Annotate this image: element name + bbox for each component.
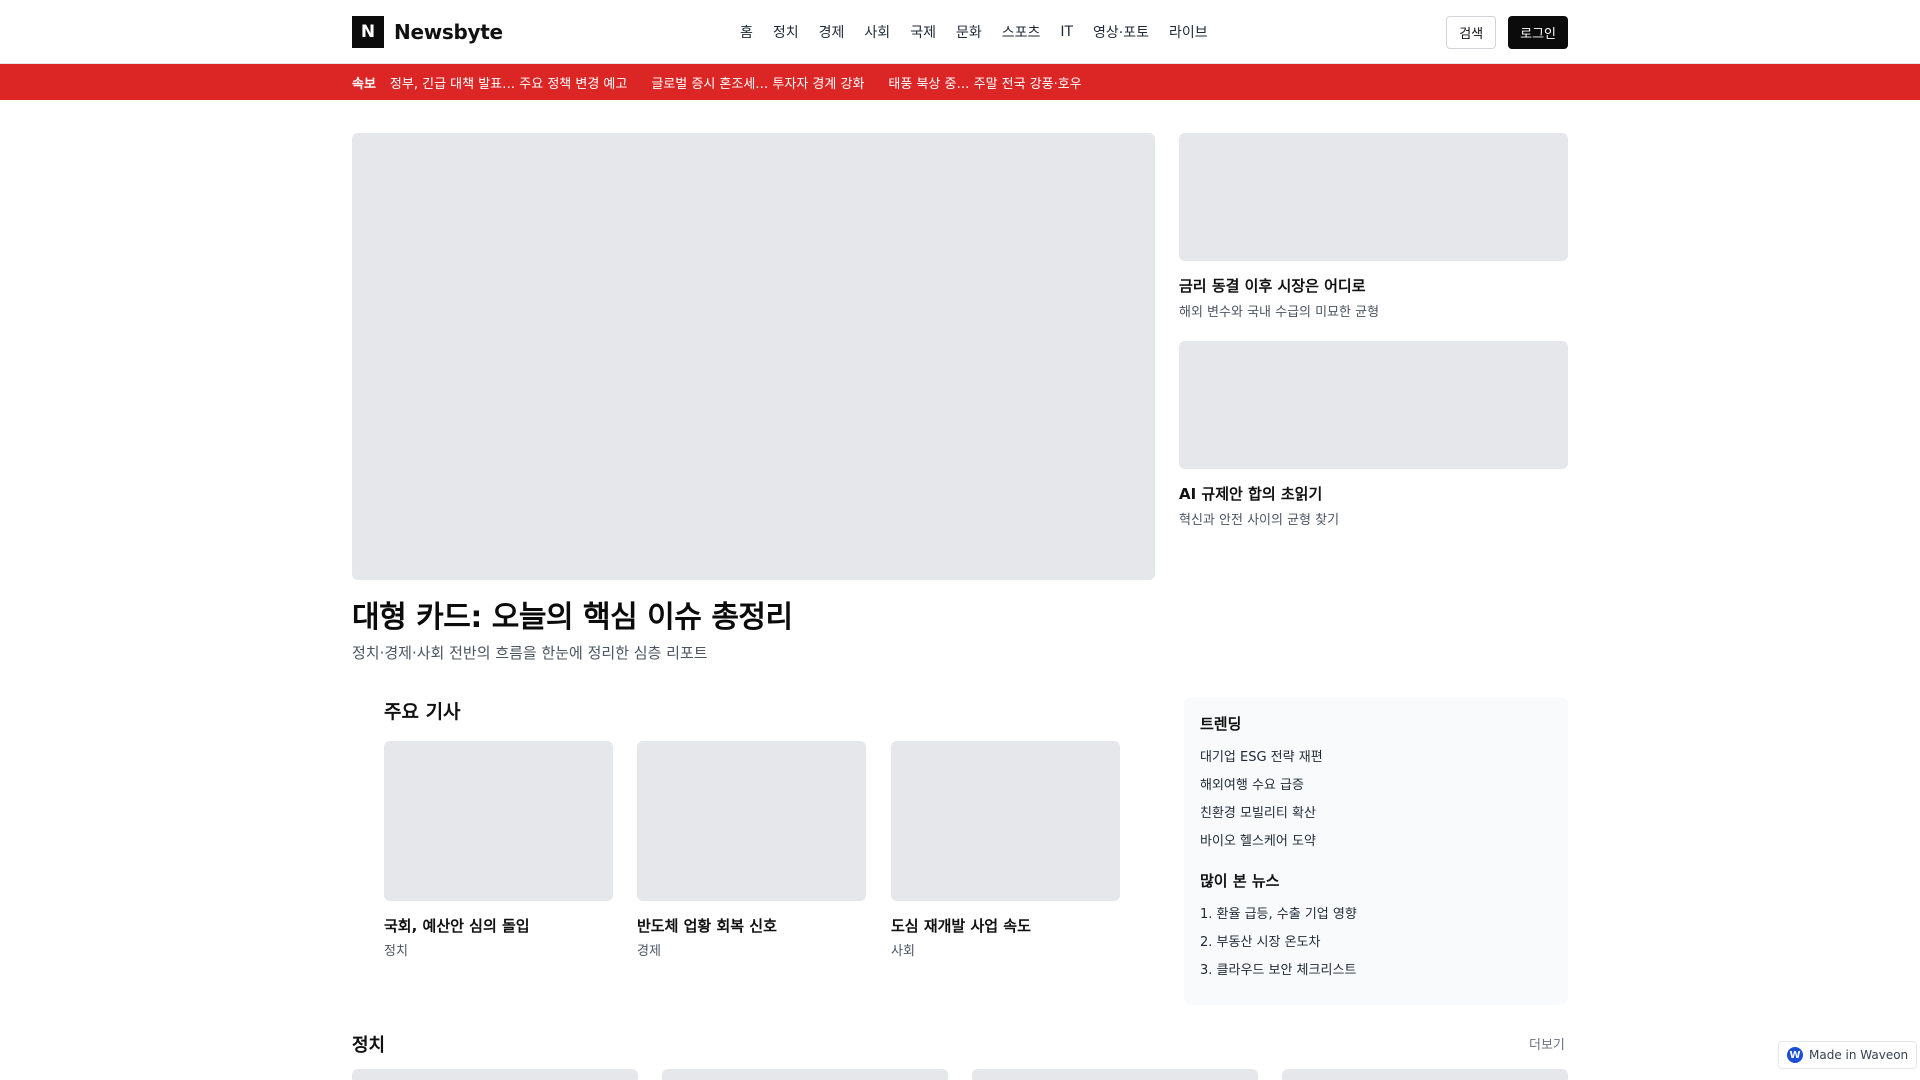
nav-item-politics[interactable]: 정치 (763, 22, 809, 42)
hero-image[interactable] (352, 133, 1155, 580)
logo-mark-icon: N (352, 16, 384, 48)
article-image (384, 741, 613, 901)
trending-item[interactable]: 친환경 모빌리티 확산 (1200, 800, 1552, 828)
article-card[interactable]: 반도체 업황 회복 신호 경제 (637, 741, 866, 959)
side-card-subtitle: 혁신과 안전 사이의 균형 찾기 (1179, 513, 1340, 528)
waveon-logo-icon: W (1787, 1047, 1803, 1063)
search-button[interactable]: 검색 (1446, 15, 1497, 49)
nav-item-home[interactable]: 홈 (730, 22, 763, 42)
ticker-item[interactable]: 정부, 긴급 대책 발표… 주요 정책 변경 예고 (390, 73, 627, 92)
breaking-label: 속보 (352, 76, 376, 92)
nav-item-world[interactable]: 국제 (900, 22, 946, 42)
brand-logo-link[interactable]: N Newsbyte (352, 16, 503, 48)
breaking-news-bar: 속보 정부, 긴급 대책 발표… 주요 정책 변경 예고 글로벌 증시 혼조세…… (0, 64, 1920, 100)
ticker-inner: 속보 정부, 긴급 대책 발표… 주요 정책 변경 예고 글로벌 증시 혼조세…… (352, 64, 1106, 100)
header-inner: N Newsbyte 홈 정치 경제 사회 국제 문화 스포츠 IT 영상·포토… (352, 0, 1568, 64)
ticker-item[interactable]: 글로벌 증시 혼조세… 투자자 경계 강화 (651, 73, 864, 92)
more-link[interactable]: 더보기 (1529, 1034, 1565, 1053)
brand-name: Newsbyte (394, 20, 503, 44)
article-title: 국회, 예산안 심의 돌입 (384, 917, 530, 935)
trending-heading: 트렌딩 (1200, 715, 1242, 733)
politics-card-image[interactable] (662, 1069, 948, 1080)
trending-item[interactable]: 대기업 ESG 전략 재편 (1200, 744, 1552, 772)
nav-item-society[interactable]: 사회 (854, 22, 900, 42)
side-card-image (1179, 341, 1568, 469)
nav-item-sports[interactable]: 스포츠 (992, 22, 1051, 42)
hero-subtitle: 정치·경제·사회 전반의 흐름을 한눈에 정리한 심층 리포트 (352, 644, 708, 662)
header-actions: 검색 로그인 (1446, 15, 1568, 49)
trending-item[interactable]: 해외여행 수요 급증 (1200, 772, 1552, 800)
article-card[interactable]: 도심 재개발 사업 속도 사회 (891, 741, 1120, 959)
article-title: 반도체 업황 회복 신호 (637, 917, 777, 935)
nav-item-live[interactable]: 라이브 (1159, 22, 1218, 42)
side-card-image (1179, 133, 1568, 261)
most-viewed-item[interactable]: 3. 클라우드 보안 체크리스트 (1200, 957, 1552, 985)
nav-item-culture[interactable]: 문화 (946, 22, 992, 42)
side-card-title: 금리 동결 이후 시장은 어디로 (1179, 277, 1366, 295)
trending-item[interactable]: 바이오 헬스케어 도약 (1200, 828, 1552, 856)
ticker-item[interactable]: 태풍 북상 중… 주말 전국 강풍·호우 (888, 73, 1081, 92)
waveon-badge-label: Made in Waveon (1809, 1048, 1909, 1062)
article-card[interactable]: 국회, 예산안 심의 돌입 정치 (384, 741, 613, 959)
politics-card-image[interactable] (352, 1069, 638, 1080)
top-stories-heading: 주요 기사 (384, 701, 461, 723)
article-category: 사회 (891, 944, 915, 959)
side-card-subtitle: 해외 변수와 국내 수급의 미묘한 균형 (1179, 305, 1380, 320)
nav-item-economy[interactable]: 경제 (809, 22, 855, 42)
most-viewed-heading: 많이 본 뉴스 (1200, 872, 1280, 890)
trending-sidebar: 트렌딩 대기업 ESG 전략 재편 해외여행 수요 급증 친환경 모빌리티 확산… (1184, 697, 1568, 1005)
politics-section-heading: 정치 (352, 1035, 386, 1056)
most-viewed-item[interactable]: 2. 부동산 시장 온도차 (1200, 929, 1552, 957)
article-category: 경제 (637, 944, 661, 959)
side-card-title: AI 규제안 합의 초읽기 (1179, 485, 1323, 503)
article-image (637, 741, 866, 901)
nav-item-video-photo[interactable]: 영상·포토 (1083, 22, 1159, 42)
made-in-waveon-badge[interactable]: W Made in Waveon (1778, 1041, 1918, 1069)
nav-item-it[interactable]: IT (1050, 24, 1083, 40)
side-card[interactable]: 금리 동결 이후 시장은 어디로 해외 변수와 국내 수급의 미묘한 균형 (1179, 133, 1568, 320)
hero-title[interactable]: 대형 카드: 오늘의 핵심 이슈 총정리 (352, 592, 793, 636)
most-viewed-item[interactable]: 1. 환율 급등, 수출 기업 영향 (1200, 901, 1552, 929)
site-header: N Newsbyte 홈 정치 경제 사회 국제 문화 스포츠 IT 영상·포토… (0, 0, 1920, 64)
article-category: 정치 (384, 944, 408, 959)
politics-card-image[interactable] (1282, 1069, 1568, 1080)
article-title: 도심 재개발 사업 속도 (891, 917, 1031, 935)
login-button[interactable]: 로그인 (1508, 15, 1568, 49)
main-nav: 홈 정치 경제 사회 국제 문화 스포츠 IT 영상·포토 라이브 (730, 0, 1218, 64)
side-card[interactable]: AI 규제안 합의 초읽기 혁신과 안전 사이의 균형 찾기 (1179, 341, 1568, 528)
article-image (891, 741, 1120, 901)
politics-card-image[interactable] (972, 1069, 1258, 1080)
